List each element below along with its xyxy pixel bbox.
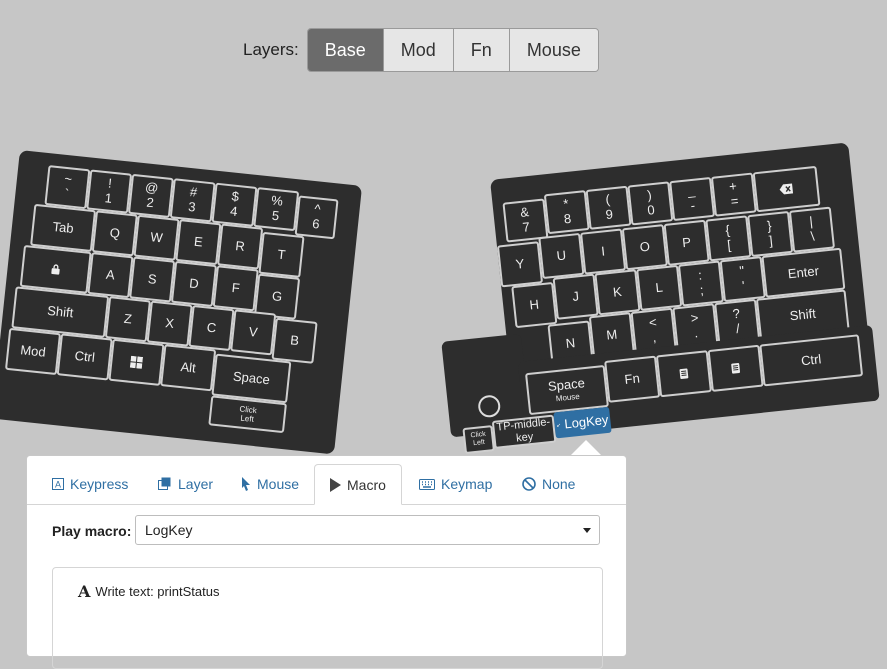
key-icon xyxy=(557,423,561,427)
svg-text:A: A xyxy=(55,480,61,490)
keyboard-icon xyxy=(419,478,435,490)
key-j[interactable]: J xyxy=(552,273,599,320)
key-right-click-left[interactable]: Click Left xyxy=(462,425,495,455)
key-w[interactable]: W xyxy=(133,214,180,261)
key-semicolon[interactable]: :; xyxy=(677,260,725,307)
key-v[interactable]: V xyxy=(230,309,277,356)
key-1[interactable]: ! 1 xyxy=(86,169,133,214)
ban-icon xyxy=(522,477,536,491)
macro-action-label: Write text: printStatus xyxy=(95,584,220,599)
caret-down-icon xyxy=(583,528,591,533)
key-o[interactable]: O xyxy=(621,224,668,271)
layer-button-base[interactable]: Base xyxy=(307,29,384,71)
key-c[interactable]: C xyxy=(188,304,235,352)
key-5[interactable]: % 5 xyxy=(253,187,300,232)
layer-button-group: Base Mod Fn Mouse xyxy=(306,28,599,72)
key-mod[interactable]: Mod xyxy=(4,327,62,376)
backspace-icon xyxy=(779,183,794,195)
key-b[interactable]: B xyxy=(271,317,318,364)
key-x[interactable]: X xyxy=(146,300,193,347)
action-type-tabs: A Keypress Layer Mouse Macro Keymap None xyxy=(27,464,626,505)
key-fn[interactable]: Fn xyxy=(604,355,661,403)
key-left-bracket[interactable]: {[ xyxy=(705,215,752,262)
key-f[interactable]: F xyxy=(212,265,259,312)
key-p[interactable]: P xyxy=(663,219,710,266)
key-left-ctrl[interactable]: Ctrl xyxy=(56,333,113,381)
key-s[interactable]: S xyxy=(129,256,176,303)
key-l[interactable]: L xyxy=(636,264,683,311)
key-q[interactable]: Q xyxy=(91,210,138,257)
tab-layer[interactable]: Layer xyxy=(158,464,213,504)
play-macro-label: Play macro: xyxy=(52,523,132,539)
tab-keypress[interactable]: A Keypress xyxy=(52,464,128,504)
key-config-panel: A Keypress Layer Mouse Macro Keymap None… xyxy=(26,455,627,669)
key-tab[interactable]: Tab xyxy=(30,203,97,253)
layer-icon xyxy=(158,477,172,491)
left-keyboard-half: ~ ` ! 1 @2 #3 $4 % 5 ^ 6 Tab Q W E R T A S D… xyxy=(0,150,363,455)
layer-button-fn[interactable]: Fn xyxy=(453,29,510,71)
key-r[interactable]: R xyxy=(217,223,264,270)
lock-icon xyxy=(51,264,60,275)
key-minus[interactable]: _ - xyxy=(669,176,716,222)
key-menu-1[interactable] xyxy=(655,350,712,398)
key-z[interactable]: Z xyxy=(104,296,151,343)
key-8[interactable]: * 8 xyxy=(543,190,590,235)
key-9[interactable]: (9 xyxy=(585,185,632,230)
key-pipe[interactable]: | \ xyxy=(788,206,836,253)
key-backtick[interactable]: ~ ` xyxy=(44,165,91,210)
menu-icon xyxy=(679,368,689,380)
key-a[interactable]: A xyxy=(87,252,134,299)
key-k[interactable]: K xyxy=(594,269,641,316)
key-backspace[interactable] xyxy=(752,165,821,213)
key-d[interactable]: D xyxy=(170,260,218,307)
key-windows[interactable] xyxy=(108,338,165,386)
key-3[interactable]: #3 xyxy=(169,178,216,223)
keypress-icon: A xyxy=(52,478,64,490)
key-6[interactable]: ^ 6 xyxy=(294,195,339,240)
play-icon xyxy=(329,477,341,492)
macro-action-item[interactable]: A Write text: printStatus xyxy=(78,582,219,601)
key-2[interactable]: @2 xyxy=(127,173,174,219)
key-quote[interactable]: " ' xyxy=(719,256,766,303)
macro-select-value: LogKey xyxy=(145,522,193,538)
tab-mouse[interactable]: Mouse xyxy=(241,464,299,504)
key-e[interactable]: E xyxy=(175,219,222,266)
key-0[interactable]: ) 0 xyxy=(627,181,674,226)
key-i[interactable]: I xyxy=(580,228,627,275)
key-4[interactable]: $4 xyxy=(211,182,258,227)
key-alt[interactable]: Alt xyxy=(160,344,217,392)
mouse-pointer-icon xyxy=(241,477,251,491)
layer-selector: Layers: Base Mod Fn Mouse xyxy=(243,28,599,72)
key-y[interactable]: Y xyxy=(496,241,544,288)
layers-label: Layers: xyxy=(243,40,299,59)
tab-macro[interactable]: Macro xyxy=(314,464,402,505)
tab-none[interactable]: None xyxy=(522,464,575,504)
key-t[interactable]: T xyxy=(258,231,305,278)
layer-button-mouse[interactable]: Mouse xyxy=(509,29,598,71)
panel-pointer-arrow xyxy=(570,440,602,456)
key-right-bracket[interactable]: }] xyxy=(747,210,794,258)
key-u[interactable]: U xyxy=(538,232,585,280)
key-lock[interactable] xyxy=(19,244,92,294)
font-icon: A xyxy=(78,582,91,601)
key-menu-2[interactable] xyxy=(707,344,764,392)
tab-keymap[interactable]: Keymap xyxy=(419,464,492,504)
macro-actions-list: A Write text: printStatus xyxy=(52,567,603,669)
layer-button-mod[interactable]: Mod xyxy=(383,29,454,71)
macro-select[interactable]: LogKey xyxy=(135,515,600,545)
windows-icon xyxy=(129,355,144,369)
key-logkey[interactable]: LogKey xyxy=(553,406,612,439)
key-tp-middle[interactable]: TP-middle-key xyxy=(491,414,557,449)
key-equal[interactable]: + = xyxy=(710,172,757,217)
menu-icon xyxy=(731,363,741,374)
